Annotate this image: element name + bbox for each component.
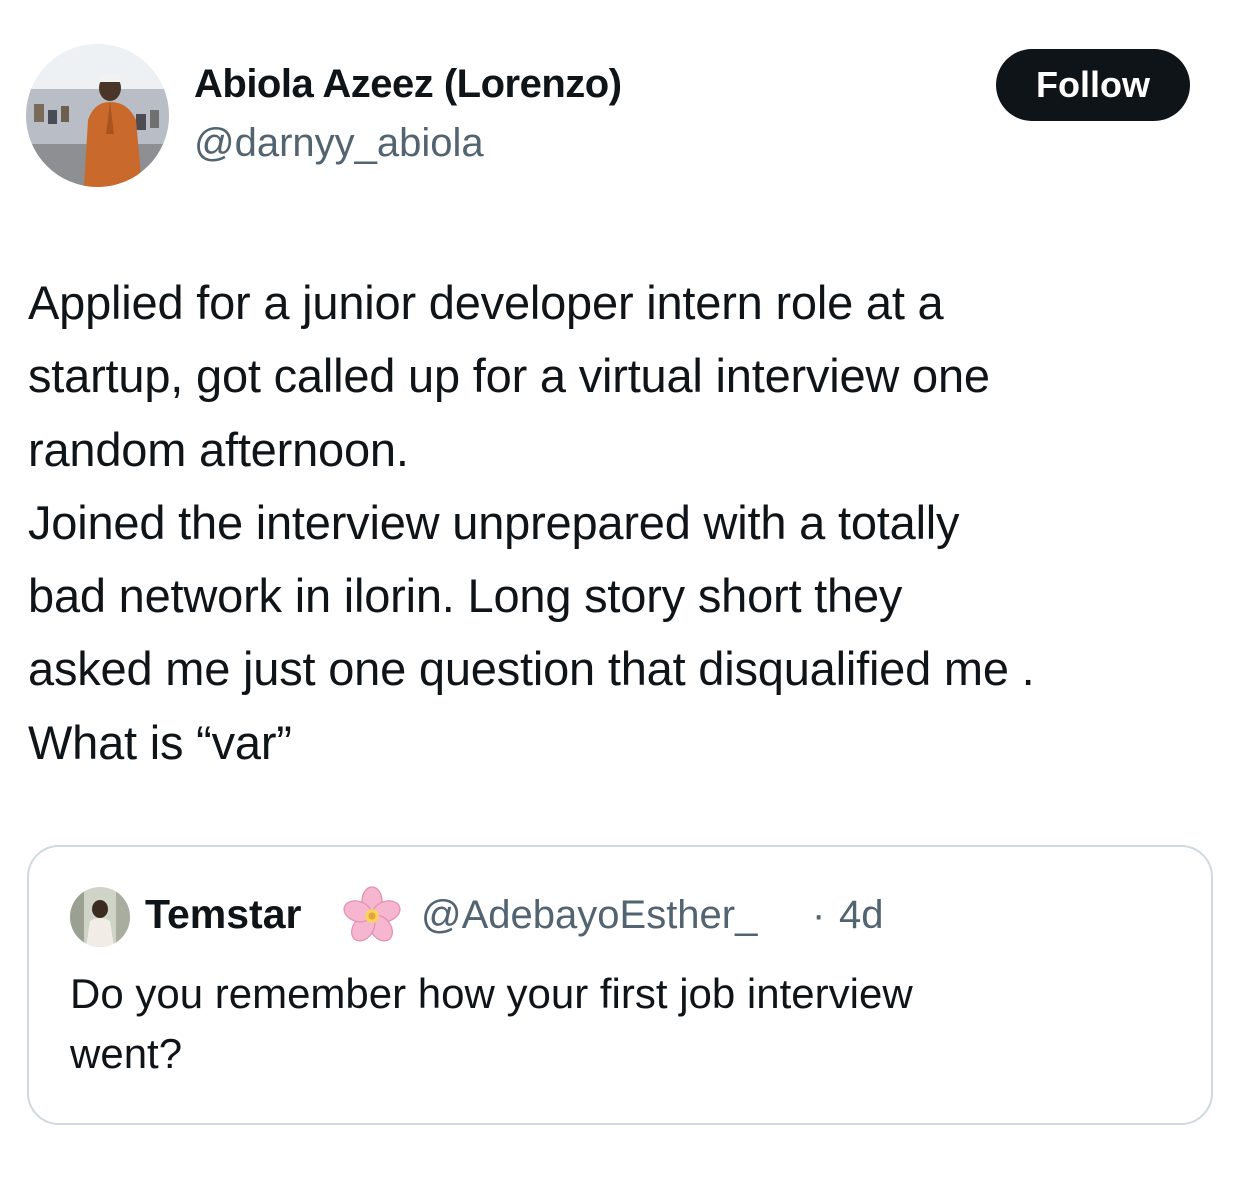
quoted-author-handle[interactable]: @AdebayoEsther_ [421,893,757,938]
cherry-blossom-icon [343,886,401,942]
tweet-text-line: What is “var” [28,715,292,769]
tweet-text-line: bad network in ilorin. Long story short … [28,569,903,623]
author-handle[interactable]: @darnyy_abiola [194,121,484,166]
quoted-text-line: Do you remember how your first job inter… [70,970,913,1017]
quoted-tweet-card[interactable]: Temstar @AdebayoEsther_ · 4d Do you reme… [27,845,1213,1125]
author-avatar[interactable] [26,44,169,187]
profile-photo-icon [26,44,169,187]
quoted-author-avatar[interactable] [70,887,130,947]
separator-dot: · [812,893,826,937]
follow-button[interactable]: Follow [996,49,1190,121]
tweet-text: Applied for a junior developer intern ro… [28,266,1228,779]
quoted-text-line: went? [70,1030,183,1077]
tweet-text-line: startup, got called up for a virtual int… [28,349,990,403]
quoted-tweet-text: Do you remember how your first job inter… [70,964,1170,1084]
profile-photo-icon [70,887,130,947]
quoted-timestamp[interactable]: 4d [839,893,884,938]
tweet-text-line: Joined the interview unprepared with a t… [28,495,960,549]
tweet-text-line: random afternoon. [28,422,409,476]
tweet-text-line: Applied for a junior developer intern ro… [28,276,944,329]
tweet-text-line: asked me just one question that disquali… [28,642,1035,696]
author-name[interactable]: Abiola Azeez (Lorenzo) [194,62,622,107]
quoted-author-name[interactable]: Temstar [145,891,301,938]
